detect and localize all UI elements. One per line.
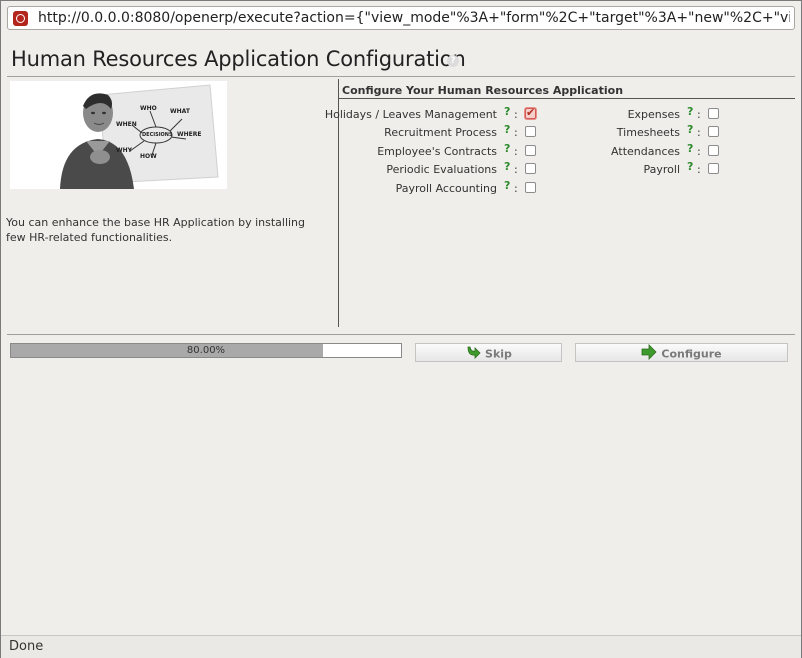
skip-arrow-icon: [465, 344, 481, 365]
option-label: Timesheets: [616, 126, 680, 139]
illustration-word-who: WHO: [140, 105, 157, 112]
footer-divider: [7, 334, 795, 335]
help-question-icon[interactable]: ?: [504, 142, 510, 155]
help-question-icon[interactable]: ?: [687, 123, 693, 136]
illustration-word-decisions: DECISIONS: [142, 132, 173, 138]
browser-window: http://0.0.0.0:8080/openerp/execute?acti…: [0, 0, 802, 658]
skip-button[interactable]: Skip: [415, 343, 562, 362]
option-label: Expenses: [627, 108, 680, 121]
label-separator: :: [697, 145, 701, 158]
expenses-checkbox[interactable]: [708, 108, 719, 119]
illustration-word-how: HOW: [140, 153, 157, 160]
label-separator: :: [697, 163, 701, 176]
label-separator: :: [697, 108, 701, 121]
help-question-icon[interactable]: ?: [687, 105, 693, 118]
status-text: Done: [9, 639, 44, 654]
help-question-icon[interactable]: ?: [504, 123, 510, 136]
hr-illustration: WHO WHAT WHERE WHEN WHY HOW DECISIONS: [10, 81, 227, 189]
option-label: Payroll Accounting: [395, 182, 497, 195]
recruitment-checkbox[interactable]: [525, 126, 536, 137]
page-title: Human Resources Application Configuratio…: [11, 47, 466, 71]
hr-description: You can enhance the base HR Application …: [6, 216, 306, 244]
option-label: Periodic Evaluations: [386, 163, 497, 176]
help-question-icon[interactable]: ?: [504, 105, 510, 118]
periodic-evaluations-checkbox[interactable]: [525, 163, 536, 174]
label-separator: :: [514, 145, 518, 158]
help-question-icon[interactable]: ?: [504, 179, 510, 192]
help-question-icon[interactable]: ?: [504, 160, 510, 173]
option-label: Recruitment Process: [384, 126, 497, 139]
attendances-checkbox[interactable]: [708, 145, 719, 156]
payroll-accounting-checkbox[interactable]: [525, 182, 536, 193]
status-bar: Done: [1, 635, 801, 658]
label-separator: :: [697, 126, 701, 139]
section-divider: [339, 98, 795, 99]
illustration-word-when: WHEN: [116, 121, 137, 128]
title-divider: [7, 76, 795, 77]
configure-arrow-icon: [641, 344, 657, 365]
openerp-favicon-icon: [13, 11, 28, 26]
label-separator: :: [514, 126, 518, 139]
employee-contracts-checkbox[interactable]: [525, 145, 536, 156]
timesheets-checkbox[interactable]: [708, 126, 719, 137]
label-separator: :: [514, 108, 518, 121]
option-label: Payroll: [643, 163, 680, 176]
address-bar[interactable]: http://0.0.0.0:8080/openerp/execute?acti…: [7, 6, 795, 30]
help-question-icon[interactable]: ?: [687, 142, 693, 155]
progress-label: 80.00%: [186, 345, 226, 356]
address-url[interactable]: http://0.0.0.0:8080/openerp/execute?acti…: [38, 10, 790, 26]
configure-button-label: Configure: [661, 347, 722, 361]
illustration-word-where: WHERE: [177, 131, 202, 138]
label-separator: :: [514, 163, 518, 176]
holidays-leaves-checkbox[interactable]: [525, 106, 536, 119]
section-title: Configure Your Human Resources Applicati…: [342, 84, 624, 97]
label-separator: :: [514, 182, 518, 195]
progress-bar: 80.00%: [10, 343, 402, 358]
option-label: Attendances: [611, 145, 680, 158]
payroll-checkbox[interactable]: [708, 163, 719, 174]
configure-button[interactable]: Configure: [575, 343, 788, 362]
skip-button-label: Skip: [485, 347, 512, 361]
option-label: Holidays / Leaves Management: [324, 108, 497, 121]
option-label: Employee's Contracts: [377, 145, 497, 158]
illustration-word-what: WHAT: [170, 108, 190, 115]
help-question-icon[interactable]: ?: [687, 160, 693, 173]
illustration-word-why: WHY: [116, 147, 132, 154]
help-icon[interactable]: ?: [447, 55, 459, 67]
